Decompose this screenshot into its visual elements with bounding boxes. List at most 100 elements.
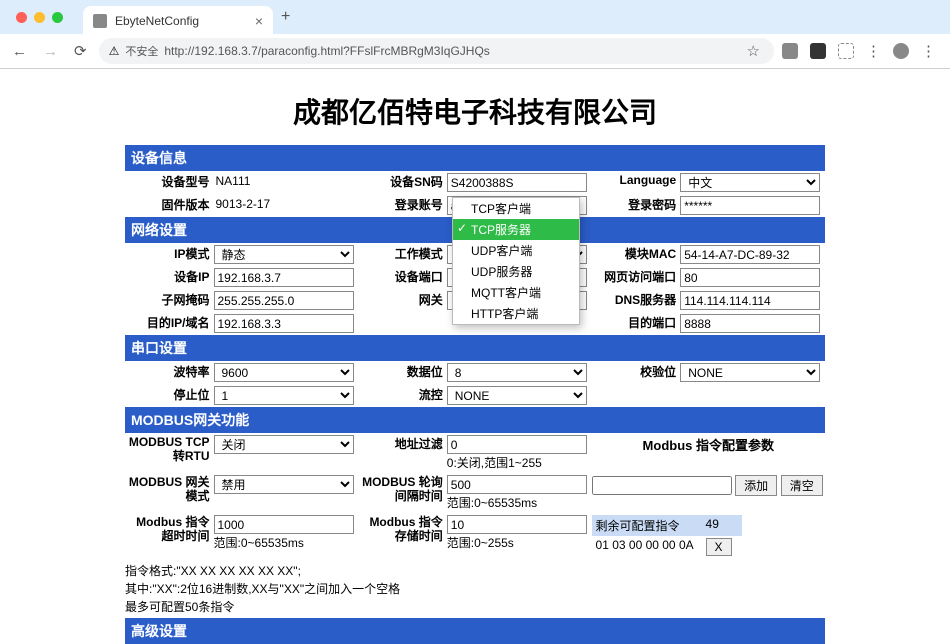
section-device-info: 设备信息 [125,145,825,171]
label-sn: 设备SN码 [358,171,447,194]
minimize-window-icon[interactable] [34,12,45,23]
input-mac[interactable] [680,245,820,264]
select-modbus-gw-mode[interactable]: 禁用 [214,475,354,494]
select-baud[interactable]: 9600 [214,363,354,382]
url-text: http://192.168.3.7/paraconfig.html?FFslF… [164,44,489,58]
input-target-port[interactable] [680,314,820,333]
input-sn[interactable] [447,173,587,192]
maximize-window-icon[interactable] [52,12,63,23]
insecure-icon: ⚠ [109,44,120,58]
tab-close-icon[interactable]: × [255,13,263,29]
label-ip-mode: IP模式 [125,243,214,266]
dropdown-option[interactable]: TCP服务器 [453,219,579,240]
overflow-menu-icon[interactable]: ⋮ [921,42,936,60]
bookmark-icon[interactable]: ☆ [747,42,760,60]
input-target-ip[interactable] [214,314,354,333]
label-parity: 校验位 [592,361,681,384]
select-modbus-tcp-rtu[interactable]: 关闭 [214,435,354,454]
label-work-mode: 工作模式 [358,243,447,266]
value-remaining-count: 49 [702,515,742,536]
hint-modbus-timeout: 范围:0~65535ms [214,536,304,550]
input-subnet[interactable] [214,291,354,310]
note-line: 最多可配置50条指令 [125,598,825,616]
label-login-pwd: 登录密码 [592,194,681,217]
label-modbus-cmd-params: Modbus 指令配置参数 [592,433,825,473]
label-mac: 模块MAC [592,243,681,266]
label-target-ip: 目的IP/域名 [125,312,214,335]
label-model: 设备型号 [125,171,214,194]
company-title: 成都亿佰特电子科技有限公司 [0,91,950,131]
cmd-value: 01 03 00 00 00 0A [592,536,702,558]
extension-icons: ⋮ ⋮ [782,42,942,60]
dropdown-option[interactable]: TCP客户端 [453,198,579,219]
dropdown-option[interactable]: UDP客户端 [453,240,579,261]
section-serial: 串口设置 [125,335,825,361]
label-gateway: 网关 [358,289,447,312]
input-modbus-cmd[interactable] [592,476,732,495]
select-data-bits[interactable]: 8 [447,363,587,382]
page-content: 成都亿佰特电子科技有限公司 设备信息 设备型号 NA111 设备SN码 Lang… [0,69,950,644]
new-tab-button[interactable]: + [281,8,290,26]
select-flow[interactable]: NONE [447,386,587,405]
extension-icon[interactable] [810,43,826,59]
extension-icon[interactable] [838,43,854,59]
value-fw: 9013-2-17 [214,197,271,211]
dropdown-option[interactable]: HTTP客户端 [453,303,579,324]
note-line: 其中:"XX":2位16进制数,XX与"XX"之间加入一个空格 [125,580,825,598]
input-addr-filter[interactable] [447,435,587,454]
label-device-port: 设备端口 [358,266,447,289]
label-target-port: 目的端口 [592,312,681,335]
delete-cmd-button[interactable]: X [706,538,732,556]
input-web-port[interactable] [680,268,820,287]
label-login-acct: 登录账号 [358,194,447,217]
dropdown-option[interactable]: UDP服务器 [453,261,579,282]
url-box[interactable]: ⚠ 不安全 http://192.168.3.7/paraconfig.html… [99,38,774,64]
label-device-ip: 设备IP [125,266,214,289]
label-data-bits: 数据位 [358,361,447,384]
section-modbus: MODBUS网关功能 [125,407,825,433]
extension-icon[interactable] [782,43,798,59]
reload-button[interactable]: ⟳ [70,38,91,64]
cmd-table-header: 剩余可配置指令 49 [592,515,742,536]
back-button[interactable]: ← [8,39,31,64]
label-flow: 流控 [358,384,447,407]
input-dns[interactable] [680,291,820,310]
tab-title: EbyteNetConfig [115,14,255,28]
profile-avatar-icon[interactable] [893,43,909,59]
input-device-ip[interactable] [214,268,354,287]
insecure-label: 不安全 [125,43,158,59]
select-language[interactable]: 中文 [680,173,820,192]
label-modbus-poll: MODBUS 轮询间隔时间 [358,473,447,513]
select-parity[interactable]: NONE [680,363,820,382]
tab-bar: EbyteNetConfig × + [0,0,950,34]
work-mode-dropdown[interactable]: TCP客户端 TCP服务器 UDP客户端 UDP服务器 MQTT客户端 HTTP… [452,197,580,325]
dropdown-option[interactable]: MQTT客户端 [453,282,579,303]
browser-tab[interactable]: EbyteNetConfig × [83,6,273,36]
hint-modbus-store: 范围:0~255s [447,536,514,550]
forward-button[interactable]: → [39,39,62,64]
window-controls [8,12,71,23]
clear-button[interactable]: 清空 [781,475,823,496]
input-modbus-store[interactable] [447,515,587,534]
input-login-pwd[interactable] [680,196,820,215]
address-bar: ← → ⟳ ⚠ 不安全 http://192.168.3.7/paraconfi… [0,34,950,68]
cmd-table-row: 01 03 00 00 00 0A X [592,536,742,558]
select-ip-mode[interactable]: 静态 [214,245,354,264]
add-button[interactable]: 添加 [735,475,777,496]
label-remaining-cmds: 剩余可配置指令 [592,515,702,536]
input-modbus-timeout[interactable] [214,515,354,534]
label-baud: 波特率 [125,361,214,384]
cmd-table: 剩余可配置指令 49 01 03 00 00 00 0A X [592,515,742,558]
label-web-port: 网页访问端口 [592,266,681,289]
select-stop-bits[interactable]: 1 [214,386,354,405]
close-window-icon[interactable] [16,12,27,23]
label-modbus-store: Modbus 指令存储时间 [358,513,447,560]
label-addr-filter: 地址过滤 [358,433,447,473]
value-model: NA111 [214,174,251,188]
label-modbus-gw-mode: MODBUS 网关模式 [125,473,214,513]
browser-chrome: EbyteNetConfig × + ← → ⟳ ⚠ 不安全 http://19… [0,0,950,69]
input-modbus-poll[interactable] [447,475,587,494]
label-modbus-tcp-rtu: MODBUS TCP转RTU [125,433,214,473]
menu-icon[interactable]: ⋮ [866,42,881,60]
label-dns: DNS服务器 [592,289,681,312]
